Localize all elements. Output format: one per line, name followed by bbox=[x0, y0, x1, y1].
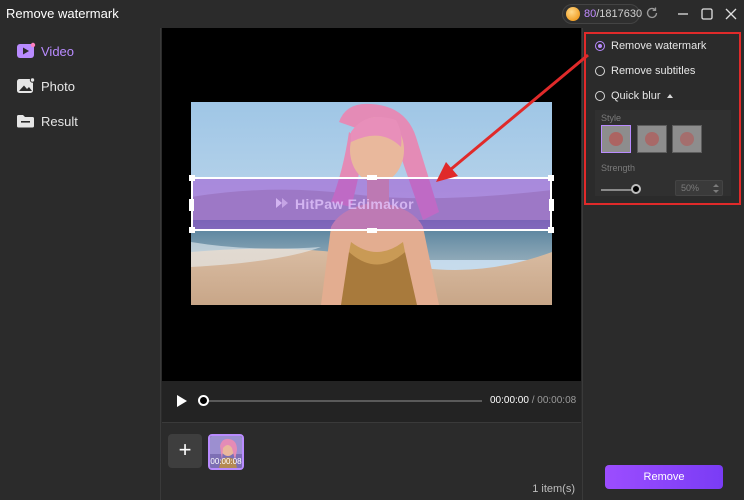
resize-handle-right[interactable] bbox=[549, 199, 554, 211]
quick-blur-settings: Style Strength 50% bbox=[595, 110, 731, 196]
sidebar-item-result[interactable]: Result bbox=[16, 110, 78, 132]
hitpaw-logo-icon bbox=[276, 198, 288, 208]
clip-list: + 00:00:08 1 item(s) bbox=[162, 422, 581, 500]
strength-label: Strength bbox=[601, 163, 636, 173]
sidebar-item-label: Result bbox=[41, 113, 78, 129]
playback-bar: 00:00:00 / 00:00:08 bbox=[162, 381, 581, 422]
strength-input[interactable]: 50% bbox=[675, 180, 723, 196]
radio-icon bbox=[595, 41, 605, 51]
options-panel: Remove watermark Remove subtitles Quick … bbox=[582, 28, 744, 500]
blur-style-3[interactable] bbox=[672, 125, 702, 153]
credits-total: /1817630 bbox=[596, 8, 643, 20]
option-remove-watermark[interactable]: Remove watermark bbox=[595, 38, 706, 54]
spin-up-icon[interactable] bbox=[713, 184, 719, 187]
credits-text: 80/1817630 bbox=[584, 8, 642, 20]
option-quick-blur[interactable]: Quick blur bbox=[595, 88, 673, 104]
timeline-knob[interactable] bbox=[198, 395, 209, 406]
current-time: 00:00:00 bbox=[490, 395, 529, 406]
blur-style-1[interactable] bbox=[601, 125, 631, 153]
title-bar: Remove watermark 80/1817630 bbox=[0, 0, 744, 28]
maximize-icon[interactable] bbox=[698, 5, 716, 23]
clip-duration: 00:00:08 bbox=[210, 457, 242, 466]
resize-handle-bottom-left[interactable] bbox=[189, 227, 195, 233]
sidebar-item-video[interactable]: Video bbox=[16, 40, 74, 62]
option-remove-subtitles[interactable]: Remove subtitles bbox=[595, 63, 695, 79]
style-label: Style bbox=[601, 113, 622, 123]
resize-handle-top[interactable] bbox=[367, 175, 377, 180]
time-readout: 00:00:00 / 00:00:08 bbox=[490, 395, 576, 406]
coin-icon bbox=[566, 7, 580, 21]
photo-icon bbox=[16, 77, 36, 95]
total-time: / 00:00:08 bbox=[531, 395, 577, 406]
resize-handle-top-right[interactable] bbox=[548, 175, 554, 181]
blur-style-2[interactable] bbox=[637, 125, 667, 153]
credits-used: 80 bbox=[584, 8, 597, 20]
resize-handle-bottom-right[interactable] bbox=[548, 227, 554, 233]
option-label: Remove subtitles bbox=[611, 65, 696, 77]
resize-handle-top-left[interactable] bbox=[189, 175, 195, 181]
sidebar-item-photo[interactable]: Photo bbox=[16, 75, 75, 97]
window-title: Remove watermark bbox=[6, 6, 119, 21]
add-clip-button[interactable]: + bbox=[168, 434, 202, 468]
watermark-text: HitPaw Edimakor bbox=[295, 196, 414, 212]
sidebar-item-label: Photo bbox=[41, 78, 75, 94]
sidebar: Video Photo Result bbox=[0, 28, 161, 500]
strength-value: 50% bbox=[681, 183, 700, 193]
resize-handle-left[interactable] bbox=[189, 199, 194, 211]
remove-button[interactable]: Remove bbox=[605, 465, 723, 489]
clip-thumbnail[interactable]: 00:00:08 bbox=[208, 434, 244, 470]
play-icon[interactable] bbox=[176, 394, 188, 408]
timeline-track[interactable] bbox=[204, 400, 482, 402]
resize-handle-bottom[interactable] bbox=[367, 228, 377, 233]
sidebar-item-label: Video bbox=[41, 43, 75, 59]
item-count: 1 item(s) bbox=[532, 483, 575, 495]
refresh-icon[interactable] bbox=[645, 6, 659, 20]
radio-icon bbox=[595, 66, 605, 76]
minimize-icon[interactable] bbox=[674, 5, 692, 23]
video-icon bbox=[16, 42, 36, 60]
option-label: Quick blur bbox=[611, 90, 661, 102]
spin-down-icon[interactable] bbox=[713, 190, 719, 193]
folder-icon bbox=[16, 112, 36, 130]
radio-icon bbox=[595, 91, 605, 101]
strength-slider-knob[interactable] bbox=[631, 184, 641, 194]
close-icon[interactable] bbox=[722, 5, 740, 23]
credits-badge[interactable]: 80/1817630 bbox=[562, 4, 642, 24]
caret-up-icon[interactable] bbox=[666, 94, 673, 98]
watermark-selection-box[interactable]: HitPaw Edimakor bbox=[189, 175, 554, 233]
option-label: Remove watermark bbox=[611, 40, 707, 52]
